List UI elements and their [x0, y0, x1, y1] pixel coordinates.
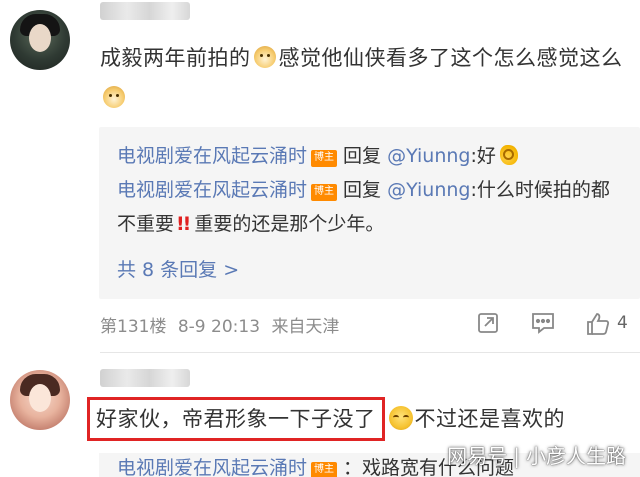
avatar[interactable]: [10, 370, 70, 430]
comment-text: 成毅两年前拍的 感觉他仙侠看多了这个怎么感觉这么: [100, 38, 630, 118]
username-blurred[interactable]: [100, 369, 190, 387]
highlighted-text: 好家伙，帝君形象一下子没了: [87, 397, 385, 441]
reply-author[interactable]: 电视剧爱在风起云涌时: [117, 145, 307, 167]
comment-text-part: 不过还是喜欢的: [414, 407, 565, 431]
comment-text-part: 感觉他仙侠看多了这个怎么感觉这么: [278, 46, 623, 70]
reply-text: :好: [470, 145, 496, 167]
avatar-face: [29, 384, 51, 412]
doge-emoji-icon: [103, 86, 125, 108]
share-icon[interactable]: [476, 311, 500, 339]
divider: [100, 352, 640, 353]
comment-text: 好家伙，帝君形象一下子没了 不过还是喜欢的: [87, 397, 637, 441]
blogger-badge: 博主: [311, 150, 338, 167]
reply-item: 电视剧爱在风起云涌时 博主 回复 @Yiunng:什么时候拍的都不重要!! 重要的还是…: [117, 173, 617, 241]
floor-number: 第131楼: [100, 317, 167, 337]
reply-author[interactable]: 电视剧爱在风起云涌时: [117, 179, 307, 201]
avatar[interactable]: [10, 10, 70, 70]
mention-link[interactable]: @Yiunng: [387, 145, 470, 167]
thumbs-up-icon[interactable]: [585, 311, 611, 341]
comment-text-part: 成毅两年前拍的: [100, 46, 251, 70]
reply-item: 电视剧爱在风起云涌时 博主 回复 @Yiunng:好: [117, 139, 617, 173]
doge-emoji-icon: [253, 46, 276, 68]
watermark: 网易号 | 小彦人生路: [447, 444, 626, 468]
comment-item: 成毅两年前拍的 感觉他仙侠看多了这个怎么感觉这么 电视剧爱在风起云涌时 博主 回复 @…: [0, 0, 640, 355]
reply-box: 电视剧爱在风起云涌时 博主 回复 @Yiunng:好 电视剧爱在风起云涌时 博主 回复 …: [99, 127, 640, 299]
avatar-face: [29, 24, 51, 52]
view-more-replies-link[interactable]: 共 8 条回复 >: [117, 255, 239, 282]
like-count: 4: [617, 313, 628, 333]
comment-reply-icon[interactable]: [530, 311, 556, 339]
comment-time: 8-9 20:13: [177, 317, 261, 337]
watermark-author: 小彦人生路: [526, 444, 626, 468]
laugh-cry-emoji-icon: [388, 406, 413, 430]
reply-prefix: 回复: [343, 145, 382, 167]
ok-hand-icon: [499, 145, 518, 165]
reply-text: 重要的还是那个少年。: [194, 213, 385, 235]
blogger-badge: 博主: [311, 462, 338, 477]
username-blurred[interactable]: [100, 2, 190, 20]
watermark-site: 网易号: [447, 444, 508, 468]
mention-link[interactable]: @Yiunng: [387, 179, 470, 201]
comment-meta: 第131楼 8-9 20:13 来自天津: [100, 312, 345, 337]
double-exclamation-icon: !!: [176, 213, 191, 235]
reply-prefix: 回复: [343, 179, 382, 201]
reply-author[interactable]: 电视剧爱在风起云涌时: [117, 457, 307, 477]
comment-source: 来自天津: [271, 317, 340, 337]
blogger-badge: 博主: [311, 184, 338, 201]
